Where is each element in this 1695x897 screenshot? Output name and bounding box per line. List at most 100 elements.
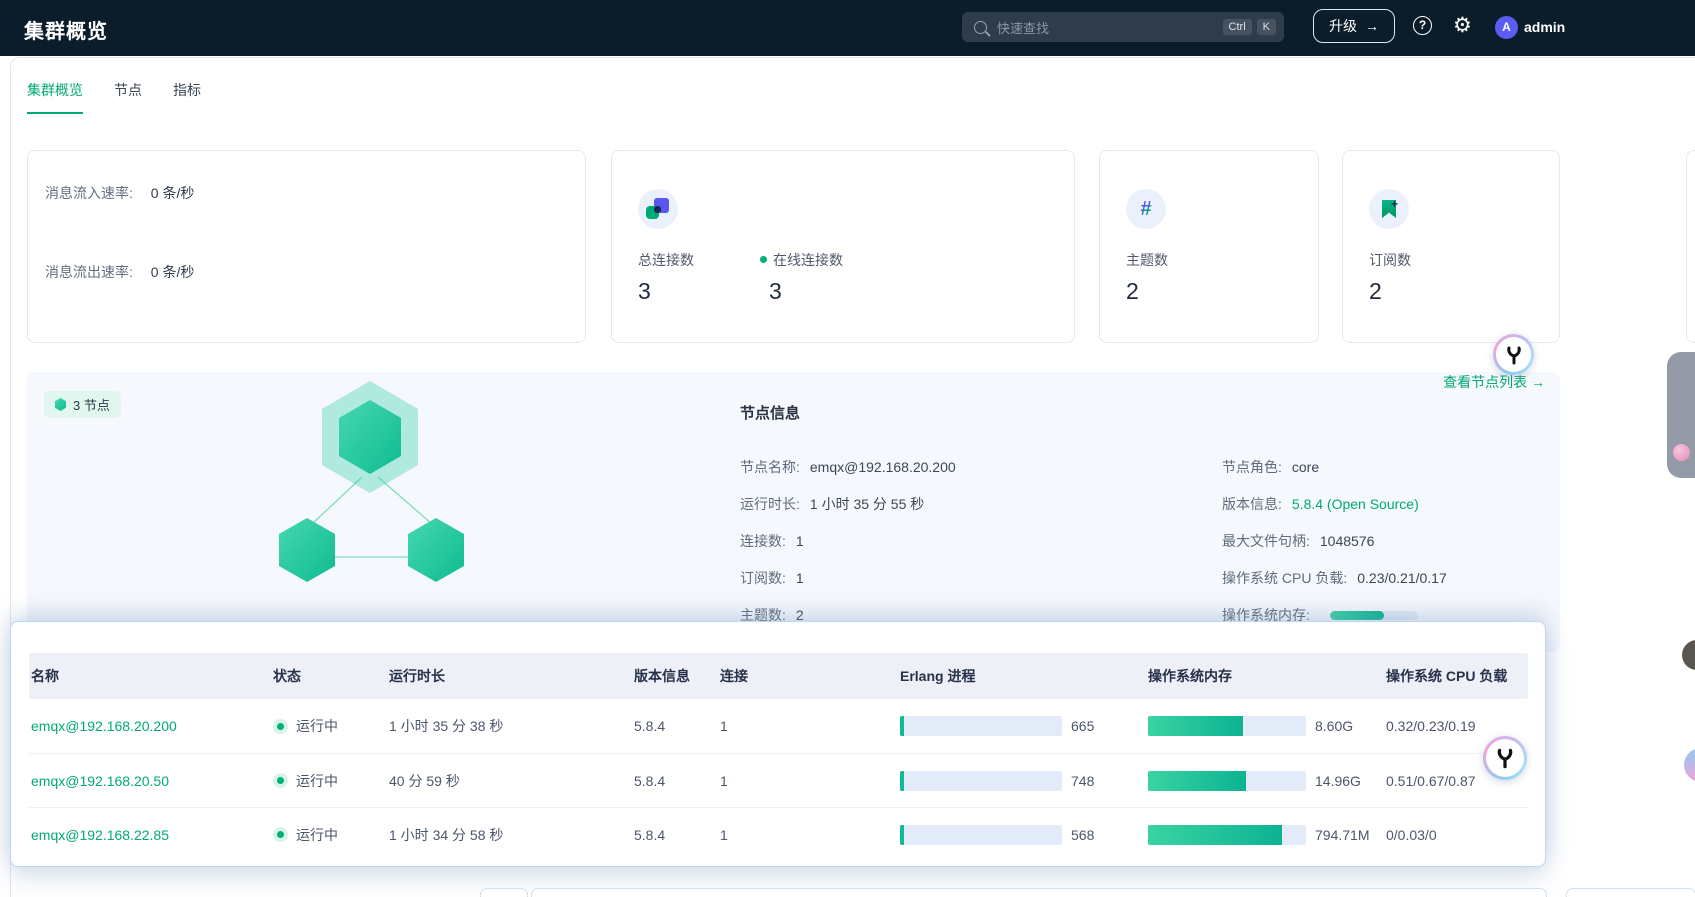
- node-name-link[interactable]: emqx@192.168.22.85: [31, 827, 169, 843]
- emqx-assistant-button[interactable]: [1493, 334, 1534, 375]
- subscriptions-value: 2: [1369, 278, 1382, 305]
- search-input[interactable]: 快速查找 Ctrl K: [962, 12, 1284, 42]
- info-value: 0.23/0.21/0.17: [1357, 570, 1447, 586]
- search-placeholder: 快速查找: [997, 18, 1218, 37]
- tab-bar: 集群概览 节点 指标: [27, 80, 201, 114]
- column-header: 操作系统内存: [1146, 666, 1384, 686]
- erlang-process-bar: [900, 825, 1062, 845]
- erlang-process-cell: 748: [898, 771, 1146, 791]
- os-memory-cell: 794.71M: [1146, 825, 1384, 845]
- node-info-row: 版本信息: 5.8.4 (Open Source): [1222, 494, 1447, 514]
- os-memory-bar: [1148, 771, 1306, 791]
- hexagon-icon: [55, 398, 66, 411]
- shortcut-ctrl-key: Ctrl: [1223, 19, 1252, 35]
- upgrade-button[interactable]: 升级 →: [1313, 9, 1395, 43]
- column-header: 版本信息: [632, 666, 718, 686]
- online-dot-icon: [760, 256, 767, 263]
- status-dot-icon: [273, 773, 288, 788]
- erlang-process-value: 568: [1071, 827, 1094, 843]
- info-label: 最大文件句柄:: [1222, 531, 1310, 551]
- message-out-rate: 消息流出速率: 0 条/秒: [45, 262, 194, 282]
- cutoff-card-sliver: [1686, 150, 1695, 343]
- version-cell: 5.8.4: [632, 718, 718, 734]
- column-header: 操作系统 CPU 负载: [1384, 666, 1528, 686]
- node-name-cell: emqx@192.168.20.50: [29, 773, 271, 789]
- edge-docked-widget[interactable]: [1667, 352, 1695, 478]
- total-connections-label: 总连接数: [638, 250, 694, 270]
- status-cell: 运行中: [271, 771, 387, 791]
- info-value: 1: [796, 570, 804, 586]
- info-label: 版本信息:: [1222, 494, 1282, 514]
- next-section-card-peek: [1566, 888, 1695, 897]
- search-icon: [974, 21, 987, 34]
- os-memory-cell: 8.60G: [1146, 716, 1384, 736]
- info-value: 1048576: [1320, 533, 1375, 549]
- node-name-link[interactable]: emqx@192.168.20.200: [31, 718, 177, 734]
- node-table-overlay: 名称状态运行时长版本信息连接Erlang 进程操作系统内存操作系统 CPU 负载…: [10, 621, 1546, 867]
- help-icon[interactable]: ?: [1413, 16, 1432, 35]
- node-info-row: 操作系统 CPU 负载:0.23/0.21/0.17: [1222, 568, 1447, 588]
- connections-cell: 1: [718, 773, 898, 789]
- cpu-load-cell: 0/0.03/0: [1384, 827, 1528, 843]
- os-memory-bar: [1148, 825, 1306, 845]
- connections-cell: 1: [718, 827, 898, 843]
- column-header: 运行时长: [387, 666, 632, 686]
- arrow-right-icon: →: [1365, 18, 1379, 34]
- topics-card: # 主题数 2: [1099, 150, 1319, 343]
- tab-metrics[interactable]: 指标: [173, 80, 201, 114]
- emqx-assistant-button[interactable]: [1483, 736, 1527, 780]
- status-label: 运行中: [296, 716, 338, 736]
- column-header: 状态: [271, 666, 387, 686]
- next-section-card-peek: [480, 888, 528, 897]
- avatar[interactable]: A: [1495, 16, 1518, 39]
- message-in-rate: 消息流入速率: 0 条/秒: [45, 183, 194, 203]
- erlang-process-value: 665: [1071, 718, 1094, 734]
- node-count-badge: 3 节点: [44, 391, 121, 418]
- node-name-cell: emqx@192.168.22.85: [29, 827, 271, 843]
- info-label: 运行时长:: [740, 494, 800, 514]
- node-name-cell: emqx@192.168.20.200: [29, 718, 271, 734]
- column-header: 连接: [718, 666, 898, 686]
- online-connections-label: 在线连接数: [760, 250, 843, 270]
- info-value: 1: [796, 533, 804, 549]
- info-label: 节点角色:: [1222, 457, 1282, 477]
- status-cell: 运行中: [271, 825, 387, 845]
- uptime-cell: 40 分 59 秒: [387, 771, 632, 791]
- os-memory-value: 14.96G: [1315, 773, 1361, 789]
- os-memory-value: 794.71M: [1315, 827, 1369, 843]
- username-label[interactable]: admin: [1524, 19, 1565, 35]
- node-info-row: 节点角色:core: [1222, 457, 1447, 477]
- widget-dot-icon: [1673, 444, 1690, 461]
- info-value: 1 小时 35 分 55 秒: [810, 494, 924, 514]
- message-rate-card: 消息流入速率: 0 条/秒 消息流出速率: 0 条/秒: [27, 150, 586, 343]
- status-cell: 运行中: [271, 716, 387, 736]
- subscriptions-card: + 订阅数 2: [1342, 150, 1560, 343]
- node-name-link[interactable]: emqx@192.168.20.50: [31, 773, 169, 789]
- erlang-process-bar: [900, 771, 1062, 791]
- node-info-row: 节点名称:emqx@192.168.20.200: [740, 457, 956, 477]
- tab-nodes[interactable]: 节点: [114, 80, 142, 114]
- node-info-title: 节点信息: [740, 402, 800, 423]
- version-link[interactable]: 5.8.4 (Open Source): [1292, 496, 1419, 512]
- node-hexagon-right: [408, 518, 464, 582]
- gear-icon[interactable]: ⚙: [1453, 13, 1472, 38]
- bookmark-plus-icon: +: [1369, 189, 1409, 229]
- node-info-row: 运行时长: 1 小时 35 分 55 秒: [740, 494, 956, 514]
- version-cell: 5.8.4: [632, 827, 718, 843]
- total-connections-value: 3: [638, 278, 651, 305]
- info-value: emqx@192.168.20.200: [810, 459, 956, 475]
- table-header-row: 名称状态运行时长版本信息连接Erlang 进程操作系统内存操作系统 CPU 负载: [29, 653, 1528, 699]
- tab-cluster-overview[interactable]: 集群概览: [27, 80, 83, 114]
- os-memory-bar: [1148, 716, 1306, 736]
- view-node-list-link[interactable]: 查看节点列表 →: [1443, 372, 1545, 392]
- table-row: emqx@192.168.20.200运行中1 小时 35 分 38 秒5.8.…: [29, 699, 1528, 753]
- uptime-cell: 1 小时 34 分 58 秒: [387, 825, 632, 845]
- subscriptions-label: 订阅数: [1369, 250, 1411, 270]
- os-memory-cell: 14.96G: [1146, 771, 1384, 791]
- status-dot-icon: [273, 827, 288, 842]
- column-header: 名称: [29, 666, 271, 686]
- cluster-topology-graphic[interactable]: [240, 372, 520, 620]
- os-memory-value: 8.60G: [1315, 718, 1353, 734]
- hash-icon: #: [1126, 189, 1166, 229]
- node-info-row: 订阅数:1: [740, 568, 956, 588]
